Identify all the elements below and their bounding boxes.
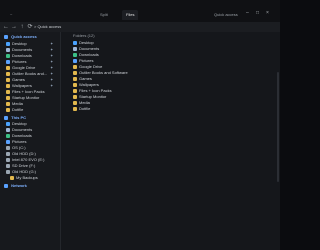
sidebar-item-dotfile[interactable]: Dotfile	[6, 107, 23, 113]
minimize-button[interactable]: –	[246, 10, 249, 16]
folder-icon	[73, 76, 77, 81]
document-icon	[6, 127, 10, 132]
picture-icon	[73, 58, 77, 63]
main-content: Folders (12) Desktop Documents Downloads…	[61, 32, 280, 250]
picture-icon	[6, 139, 10, 144]
drive-icon	[6, 145, 10, 150]
folder-icon	[6, 121, 10, 126]
folder-icon	[6, 107, 10, 112]
folder-icon	[73, 64, 77, 69]
tab-files[interactable]: Files	[122, 10, 139, 20]
pin-icon: ✦	[50, 65, 54, 70]
document-icon	[6, 47, 10, 52]
sidebar: Quick access Desktop Documents Downloads…	[0, 32, 61, 250]
drive-icon	[6, 163, 10, 168]
pin-icon: ✦	[50, 47, 54, 52]
pin-icon: ✦	[50, 77, 54, 82]
download-icon	[6, 53, 10, 58]
folder-icon	[73, 70, 77, 75]
pin-icon: ✦	[50, 83, 54, 88]
vertical-scrollbar[interactable]	[277, 72, 279, 182]
quick-access-header[interactable]: Quick access	[4, 34, 37, 40]
folder-icon	[6, 41, 10, 46]
network-icon	[4, 183, 8, 188]
folders-group-header: Folders (12)	[73, 33, 95, 38]
folder-icon	[73, 94, 77, 99]
toolbar: ← → ↑ ⟳ > Quick access	[0, 22, 280, 32]
tab-quick-access[interactable]: Quick access	[210, 10, 242, 20]
drive-icon	[6, 157, 10, 162]
document-icon	[73, 46, 77, 51]
drive-icon	[6, 169, 10, 174]
maximize-button[interactable]: □	[256, 10, 259, 16]
folder-icon	[6, 101, 10, 106]
file-explorer-window: ~ Split Files Quick access – □ × ← → ↑ ⟳…	[0, 0, 280, 250]
folder-icon	[6, 89, 10, 94]
folder-icon	[10, 175, 14, 180]
network-header[interactable]: Network	[4, 183, 27, 189]
pin-icon: ✦	[50, 71, 54, 76]
folder-icon	[6, 65, 10, 70]
star-icon	[4, 34, 8, 39]
download-icon	[73, 52, 77, 57]
computer-icon	[4, 115, 8, 120]
download-icon	[6, 133, 10, 138]
pin-icon: ✦	[50, 41, 54, 46]
refresh-icon[interactable]: ⟳	[26, 23, 34, 31]
forward-arrow-icon[interactable]: →	[10, 23, 18, 31]
picture-icon	[6, 59, 10, 64]
pin-icon: ✦	[50, 53, 54, 58]
folder-icon	[73, 40, 77, 45]
list-item[interactable]: Dotfile	[73, 106, 90, 112]
up-arrow-icon[interactable]: ↑	[18, 23, 26, 31]
sidebar-item-my-backups[interactable]: My Backups	[10, 175, 38, 181]
title-bar: ~ Split Files Quick access – □ ×	[0, 0, 280, 22]
folder-icon	[6, 77, 10, 82]
tab-home[interactable]: ~	[6, 10, 16, 20]
folder-icon	[6, 95, 10, 100]
folder-icon	[73, 88, 77, 93]
tab-split[interactable]: Split	[96, 10, 112, 20]
folder-icon	[73, 82, 77, 87]
close-button[interactable]: ×	[266, 10, 269, 16]
folder-icon	[6, 71, 10, 76]
folder-icon	[73, 106, 77, 111]
pin-icon: ✦	[50, 59, 54, 64]
folder-icon	[73, 100, 77, 105]
quick-access-label: Quick access	[11, 34, 37, 39]
drive-icon	[6, 151, 10, 156]
back-arrow-icon[interactable]: ←	[2, 23, 10, 31]
breadcrumb[interactable]: > Quick access	[34, 23, 61, 31]
folder-icon	[6, 83, 10, 88]
